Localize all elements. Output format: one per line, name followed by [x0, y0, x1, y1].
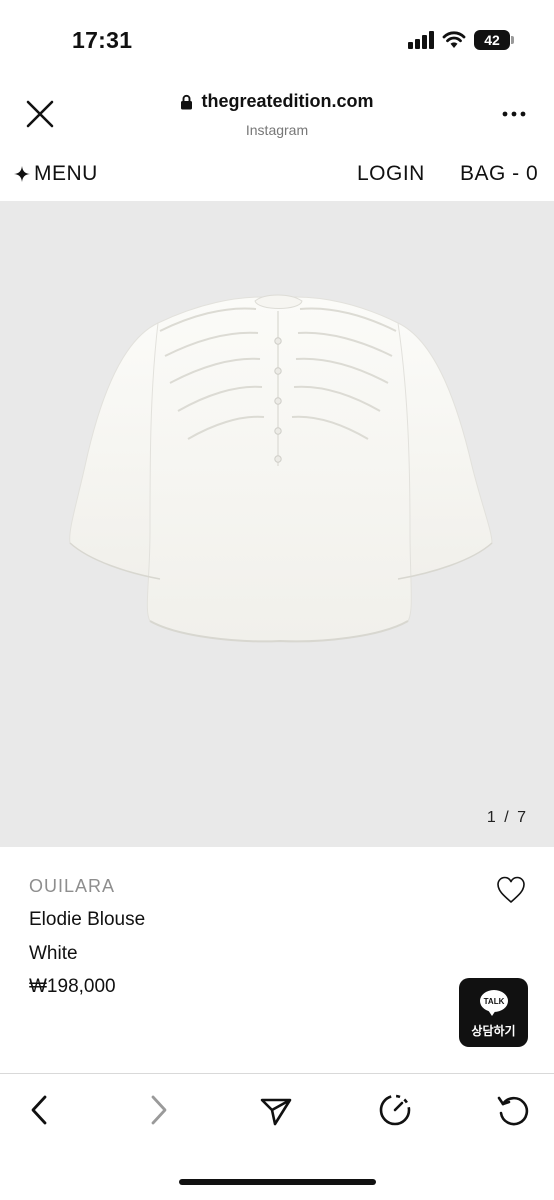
battery-level: 42	[484, 32, 500, 48]
status-icons: 42	[408, 30, 514, 50]
site-nav: MENU LOGIN BAG - 0	[0, 146, 554, 201]
timer-icon[interactable]	[377, 1092, 413, 1128]
heart-icon[interactable]	[495, 874, 527, 906]
home-indicator[interactable]	[179, 1179, 376, 1185]
talk-bubble-icon: TALK	[480, 990, 508, 1016]
browser-header: thegreatedition.com Instagram	[0, 80, 554, 146]
status-time: 17:31	[72, 27, 133, 53]
wifi-icon	[442, 31, 466, 48]
login-link[interactable]: LOGIN	[357, 162, 425, 186]
status-bar: 17:31 42	[0, 0, 554, 80]
product-brand[interactable]: OUILARA	[29, 876, 115, 897]
reload-icon[interactable]	[495, 1092, 531, 1128]
more-icon[interactable]	[502, 110, 526, 118]
product-price: ₩198,000	[29, 976, 116, 997]
sparkle-icon	[14, 166, 30, 182]
product-photo	[69, 294, 493, 643]
url-domain: thegreatedition.com	[201, 91, 374, 111]
lock-icon	[181, 94, 193, 109]
share-send-icon[interactable]	[258, 1092, 294, 1128]
menu-button[interactable]: MENU	[14, 162, 98, 186]
product-name: Elodie Blouse	[29, 909, 146, 930]
signal-icon	[408, 31, 434, 49]
back-arrow-icon[interactable]	[22, 1092, 58, 1128]
product-color: White	[29, 943, 78, 964]
bag-link[interactable]: BAG - 0	[460, 162, 538, 186]
product-info: OUILARA Elodie Blouse White ₩198,000 TAL…	[0, 847, 554, 1073]
image-counter: 1 / 7	[486, 809, 528, 826]
battery-icon: 42	[474, 30, 514, 50]
product-gallery[interactable]: 1 / 7	[0, 201, 554, 847]
chat-consult-button[interactable]: TALK 상담하기	[459, 978, 528, 1047]
menu-label: MENU	[34, 162, 98, 185]
address-bar[interactable]: thegreatedition.com Instagram	[0, 91, 554, 138]
forward-arrow-icon[interactable]	[140, 1092, 176, 1128]
url-source: Instagram	[245, 121, 309, 138]
talk-bubble-text: TALK	[483, 996, 505, 1006]
chat-label: 상담하기	[471, 1024, 516, 1038]
